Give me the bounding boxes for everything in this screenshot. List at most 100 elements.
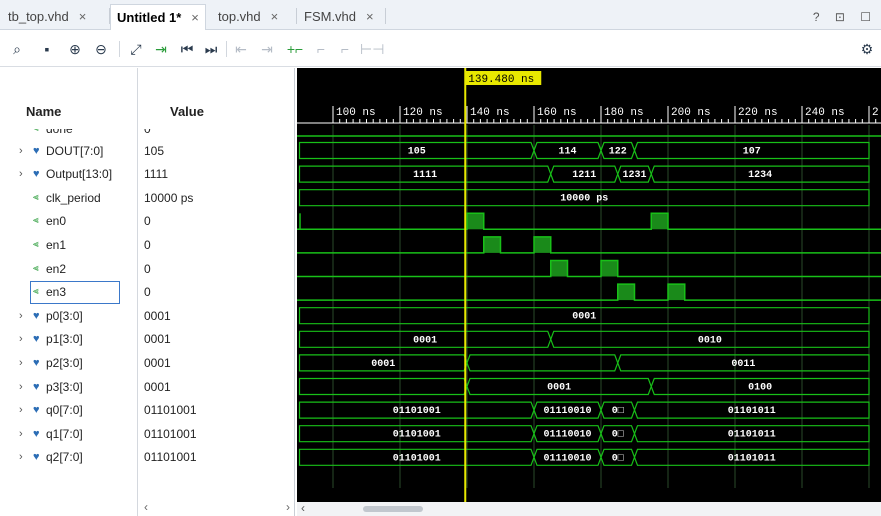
go-to-cursor-icon[interactable]: ⇥ [152,39,170,59]
bus-segment [466,354,619,372]
bus-value-label: 01101011 [728,406,776,417]
zoom-fit-icon[interactable]: ⤢ [127,39,145,59]
tab-untitled-1[interactable]: Untitled 1* × [110,4,206,30]
signal-row-en0[interactable]: ⫷ en0 [0,209,137,233]
scroll-left-icon[interactable]: ‹ [144,500,148,514]
waveform-canvas[interactable]: 139.480 ns 100 ns 120 ns 140 ns 160 ns 180 ns… [297,68,881,516]
add-marker-icon[interactable]: +⌐ [286,39,304,59]
toolbar-divider [119,41,120,57]
next-marker-icon[interactable]: ⌐ [336,39,354,59]
signal-row-p1[interactable]: › ♥ p1[3:0] [0,327,137,351]
bus-value-label: 1234 [748,170,772,181]
pulse-fill [651,213,668,230]
save-icon[interactable]: ▪ [38,39,56,59]
signal-row-done[interactable]: ⫷done [0,129,137,139]
signal-row-clk_period[interactable]: ⫷ clk_period [0,186,137,210]
zoom-out-icon[interactable]: ⊖ [92,39,110,59]
bus-signal-icon: ♥ [33,309,40,322]
value-row: 0 [138,257,294,281]
bus-segment [298,377,468,396]
bus-signal-icon: ♥ [33,333,40,346]
time-tick-label: 220 ns [738,107,778,119]
tab-top[interactable]: top.vhd × [212,4,284,30]
chevron-right-icon[interactable]: › [19,422,23,446]
signal-name: p0[3:0] [46,308,83,323]
close-icon[interactable]: × [271,9,279,24]
logic-signal-icon: ⫷ [33,191,39,203]
close-icon[interactable]: × [366,9,374,24]
chevron-right-icon[interactable]: › [19,327,23,351]
pane-top-spacer [0,68,137,98]
previous-transition-icon[interactable]: ⇤ [232,39,250,59]
name-hscroll[interactable] [0,502,137,516]
chevron-right-icon[interactable]: › [19,139,23,163]
signal-row-q1[interactable]: › ♥ q1[7:0] [0,422,137,446]
bus-value-label: 0□ [612,453,624,464]
waveform-hscroll[interactable]: ‹ [297,501,881,516]
signal-value: 0001 [144,379,171,394]
value-row: 10000 ps [138,186,294,210]
signal-name: p1[3:0] [46,332,83,347]
swap-cursors-icon[interactable]: ⊢⊣ [360,39,384,59]
signal-row-p2[interactable]: › ♥ p2[3:0] [0,351,137,375]
value-row: 105 [138,139,294,163]
chevron-right-icon[interactable]: › [19,304,23,328]
previous-marker-icon[interactable]: ⌐ [312,39,330,59]
toolbar-divider [226,41,227,57]
go-to-start-icon[interactable]: ⏮ [178,39,196,59]
bus-value-label: 0010 [698,335,722,346]
wave-q1: 01101001 01110010 0□ 01101011 [298,425,870,443]
value-hscroll[interactable]: ‹ › [138,500,294,516]
signal-row-q2[interactable]: › ♥ q2[7:0] [0,445,137,469]
close-icon[interactable]: × [191,10,199,25]
tab-fsm[interactable]: FSM.vhd × [298,4,380,30]
signal-row-en3[interactable]: ⫷ en3 [0,280,137,305]
chevron-right-icon[interactable]: › [19,375,23,399]
bus-value-label: 0□ [612,406,624,417]
signal-row-output[interactable]: › ♥ Output[13:0] [0,162,137,186]
bus-value-label: 0001 [572,312,596,323]
bus-value-label: 1111 [413,170,437,181]
signal-row-en1[interactable]: ⫷ en1 [0,233,137,257]
signal-row-en2[interactable]: ⫷ en2 [0,257,137,281]
chevron-right-icon[interactable]: › [19,162,23,186]
bus-value-label: 0001 [547,383,571,394]
signal-name: en1 [46,238,67,252]
value-row: 1111 [138,162,294,186]
signal-row-p3[interactable]: › ♥ p3[3:0] [0,375,137,399]
close-icon[interactable]: × [79,9,87,24]
signal-row-p0[interactable]: › ♥ p0[3:0] [0,304,137,328]
search-icon[interactable]: ⌕ [8,39,26,59]
chevron-right-icon[interactable]: › [19,351,23,375]
signal-name: en0 [46,214,67,229]
selection-outline [30,281,120,305]
value-column-header[interactable]: Value [138,98,294,126]
window-controls[interactable]: ? ⊡ ☐ [813,10,877,24]
wave-en1 [297,236,881,254]
scroll-thumb[interactable] [363,506,423,512]
bus-value-label: 01101001 [393,430,441,441]
go-to-end-icon[interactable]: ⏭ [202,39,220,59]
signal-name: Output[13:0] [46,167,113,182]
scroll-left-icon[interactable]: ‹ [301,501,305,515]
bus-value-label: 01110010 [543,430,591,441]
scroll-right-icon[interactable]: › [286,500,290,514]
signal-row-dout[interactable]: › ♥ DOUT[7:0] [0,139,137,163]
signal-row-q0[interactable]: › ♥ q0[7:0] [0,398,137,422]
next-transition-icon[interactable]: ⇥ [258,39,276,59]
tab-label: Untitled 1* [117,10,182,25]
zoom-in-icon[interactable]: ⊕ [66,39,84,59]
time-tick-label: 240 ns [805,107,845,119]
chevron-right-icon[interactable]: › [19,398,23,422]
tab-divider [296,8,297,24]
name-column-header[interactable]: Name [0,98,137,126]
bus-value-label: 0100 [748,383,772,394]
waveform-svg[interactable]: 139.480 ns 100 ns 120 ns 140 ns 160 ns 180 ns… [297,68,881,502]
chevron-right-icon[interactable]: › [19,445,23,469]
tab-tb-top[interactable]: tb_top.vhd × [2,4,92,30]
value-row: 0001 [138,375,294,399]
signal-name: q0[7:0] [46,403,83,418]
wave-output: 1111 1211 1231 1234 [298,165,870,183]
settings-icon[interactable]: ⚙ [858,39,876,59]
bus-value-label: 01110010 [543,453,591,464]
